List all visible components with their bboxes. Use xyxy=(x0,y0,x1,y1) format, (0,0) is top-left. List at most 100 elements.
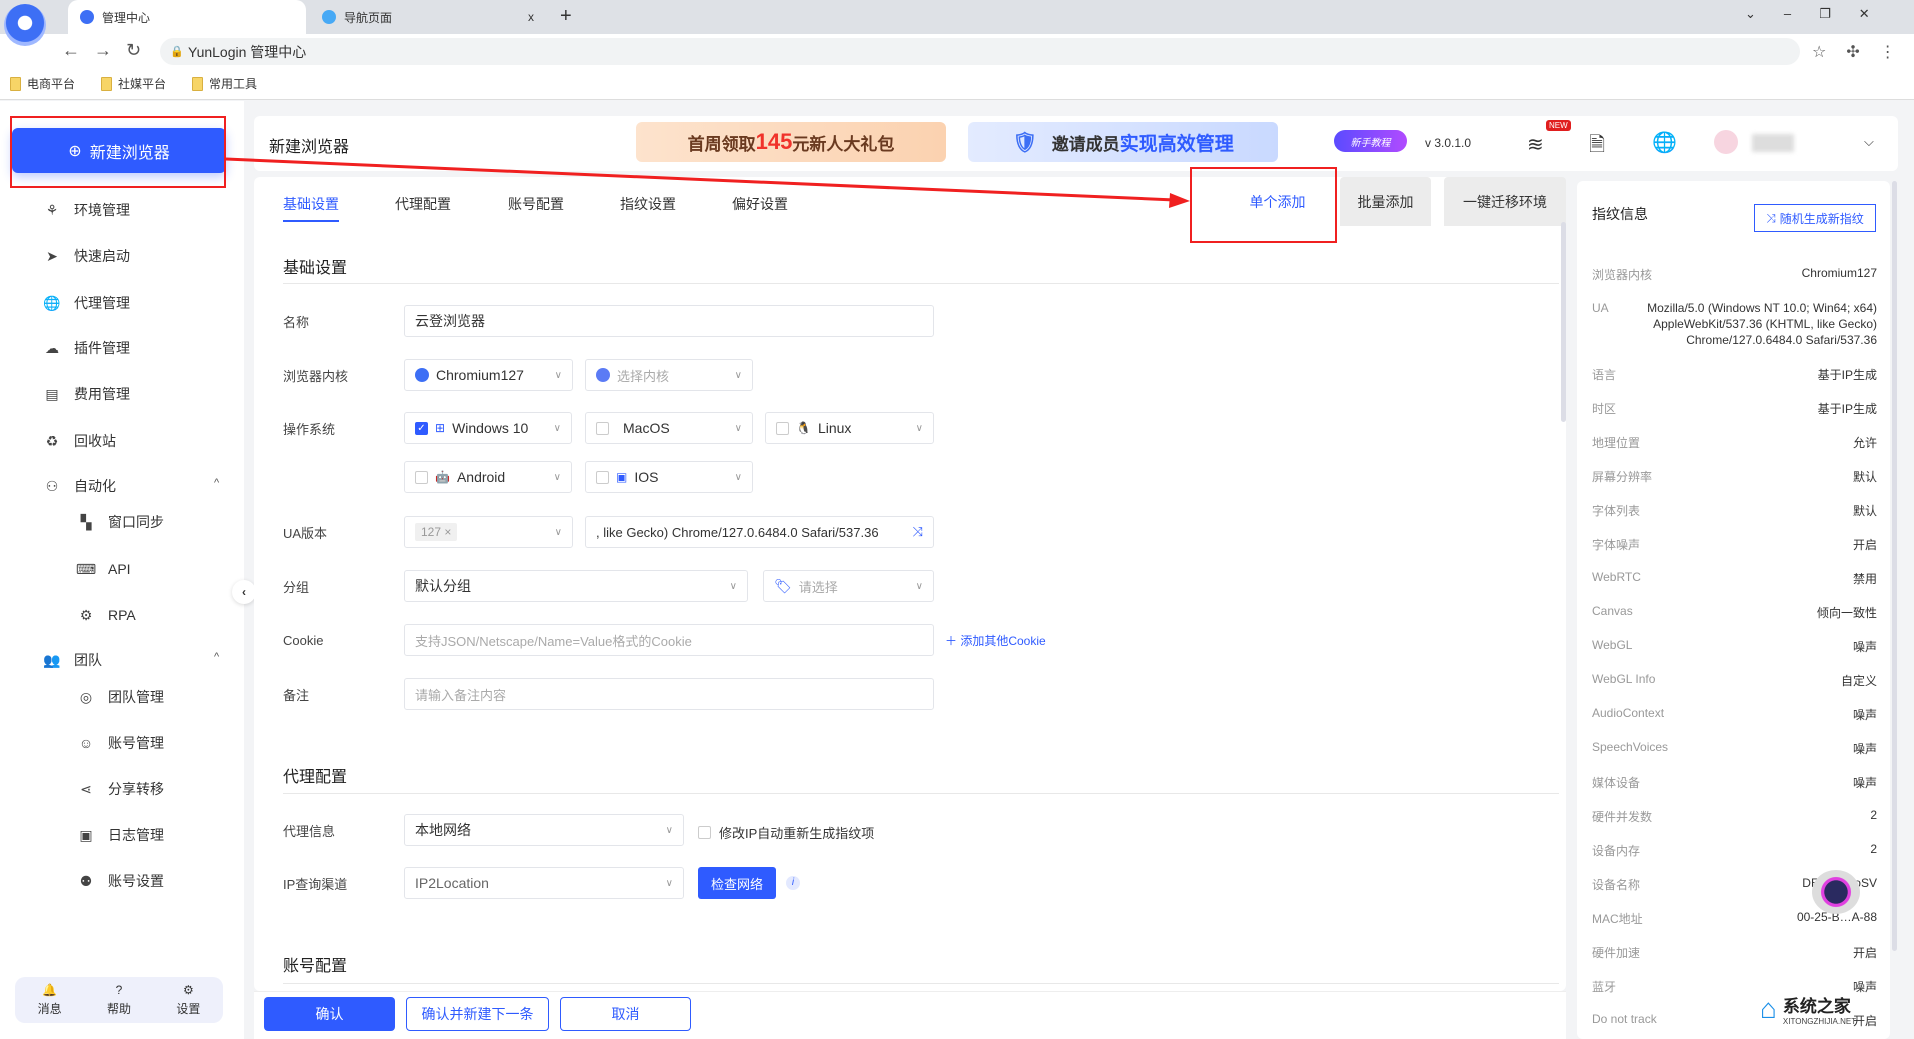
sidebar-item[interactable]: ⚉ 账号设置 xyxy=(78,869,164,893)
bottom-item-label: 消息 xyxy=(37,1002,62,1016)
check-network-button[interactable]: 检查网络 xyxy=(698,867,776,899)
tab-label: 管理中心 xyxy=(102,10,151,25)
fingerprint-row: 浏览器内核 Chromium127 xyxy=(1592,266,1877,283)
os-select[interactable]: ▣ IOS ∨ xyxy=(585,461,753,493)
os-select[interactable]: 🐧 Linux ∨ xyxy=(765,412,934,444)
checkbox[interactable] xyxy=(698,826,711,839)
layers-icon[interactable]: ≋ xyxy=(1527,132,1544,157)
info-icon[interactable]: i xyxy=(786,876,800,890)
remark-input[interactable]: 请输入备注内容 xyxy=(404,678,934,710)
name-input[interactable]: 云登浏览器 xyxy=(404,305,934,337)
sidebar-item[interactable]: ▤ 费用管理 xyxy=(44,382,130,406)
tag-select[interactable]: 🏷 请选择 ∨ xyxy=(763,570,934,602)
sidebar-item[interactable]: ▣ 日志管理 xyxy=(78,823,164,847)
ua-version-tag[interactable]: 127 × xyxy=(415,523,458,541)
tutorial-badge[interactable]: 新手教程 xyxy=(1334,130,1407,152)
group-select[interactable]: 默认分组 ∨ xyxy=(404,570,748,602)
cancel-button[interactable]: 取消 xyxy=(560,997,691,1031)
row-label: WebRTC xyxy=(1592,570,1641,584)
form-tab[interactable]: 代理配置 xyxy=(395,194,451,214)
globe-icon[interactable]: 🌐 xyxy=(1652,130,1677,155)
sidebar-item[interactable]: ⚘ 环境管理 xyxy=(44,198,130,222)
regen-fingerprint-checkbox[interactable]: 修改IP自动重新生成指纹项 xyxy=(698,823,874,842)
name-value: 云登浏览器 xyxy=(415,313,485,329)
sidebar-item[interactable]: ◎ 团队管理 xyxy=(78,685,164,709)
os-label: Linux xyxy=(817,420,852,436)
star-extension-menu-icons[interactable]: ☆✣⋮ xyxy=(1812,42,1914,62)
os-select[interactable]: ✓ ⊞ Windows 10 ∨ xyxy=(404,412,572,444)
form-tab[interactable]: 基础设置 xyxy=(283,194,339,222)
chevron-up-icon[interactable]: ^ xyxy=(214,651,219,663)
row-value: 倾向一致性 xyxy=(1816,606,1877,620)
cookie-label: Cookie xyxy=(283,632,324,648)
add-cookie-link[interactable]: ＋ 添加其他Cookie xyxy=(945,632,1046,649)
sidebar-item[interactable]: ▚ 窗口同步 xyxy=(78,510,164,534)
bookmark-folder[interactable]: 电商平台 xyxy=(10,75,75,92)
chevron-down-icon[interactable]: ⌵ xyxy=(1864,134,1874,150)
form-tab[interactable]: 偏好设置 xyxy=(732,194,788,214)
mode-tab[interactable]: 一键迁移环境 xyxy=(1444,177,1566,226)
proxy-select[interactable]: 本地网络 ∨ xyxy=(404,814,684,846)
chevron-up-icon[interactable]: ^ xyxy=(214,477,219,489)
ip-channel-select[interactable]: IP2Location ∨ xyxy=(404,867,684,899)
document-icon[interactable]: 🗎 xyxy=(1589,130,1605,164)
fingerprint-row: 硬件加速 开启 xyxy=(1592,944,1877,961)
sidebar-bottom-item[interactable]: ⚙ 设置 xyxy=(176,983,200,1017)
sidebar-bottom-item[interactable]: ? 帮助 xyxy=(107,983,131,1017)
section-title-basic: 基础设置 xyxy=(283,260,348,277)
row-value: 噪声 xyxy=(1852,980,1877,994)
cookie-input[interactable]: 支持JSON/Netscape/Name=Value格式的Cookie xyxy=(404,624,934,656)
os-checkbox[interactable] xyxy=(596,470,609,484)
sidebar-item-icon: ♻ xyxy=(45,432,59,449)
sidebar-bottom-item[interactable]: 🔔 消息 xyxy=(38,983,62,1017)
confirm-and-new-button[interactable]: 确认并新建下一条 xyxy=(406,997,549,1031)
window-controls[interactable]: ⌄–❐✕ xyxy=(1745,6,1898,22)
sidebar-item[interactable]: ☁ 插件管理 xyxy=(44,336,130,360)
assistant-robot-icon[interactable] xyxy=(1812,870,1860,914)
form-scrollbar[interactable] xyxy=(1561,222,1566,422)
avatar[interactable] xyxy=(1714,130,1738,154)
sidebar-item[interactable]: ☺ 账号管理 xyxy=(78,731,164,755)
os-checkbox[interactable] xyxy=(415,470,428,484)
fingerprint-row: 字体列表 默认 xyxy=(1592,502,1877,519)
sidebar-item[interactable]: ⚇ 自动化 xyxy=(44,474,116,498)
page-scrollbar[interactable] xyxy=(1892,181,1897,951)
kernel-select[interactable]: Chromium127 ∨ xyxy=(404,359,573,391)
ua-input[interactable]: , like Gecko) Chrome/127.0.6484.0 Safari… xyxy=(585,516,934,548)
kernel-version-select[interactable]: 选择内核 ∨ xyxy=(585,359,753,391)
os-checkbox[interactable] xyxy=(776,421,789,435)
shuffle-icon[interactable]: ⤨ xyxy=(913,524,923,540)
sidebar-item-label: RPA xyxy=(108,607,136,623)
close-tab-icon[interactable]: x xyxy=(528,10,534,24)
sidebar-item[interactable]: 👥 团队 xyxy=(43,648,102,672)
ua-version-select[interactable]: 127 × ∨ xyxy=(404,516,573,548)
form-tab[interactable]: 指纹设置 xyxy=(620,194,676,214)
random-fingerprint-button[interactable]: ⤨ 随机生成新指纹 xyxy=(1754,204,1876,232)
invite-banner[interactable]: 🛡 邀请成员 实现高效管理 xyxy=(968,122,1278,162)
sidebar-item[interactable]: ⌨ API xyxy=(76,557,131,581)
browser-tab-admin[interactable]: 管理中心 xyxy=(68,0,306,34)
tag-icon: 🏷 xyxy=(774,577,792,594)
sidebar-item[interactable]: ♻ 回收站 xyxy=(44,429,116,453)
bookmark-folder[interactable]: 社媒平台 xyxy=(101,75,166,92)
sidebar-item[interactable]: 🌐 代理管理 xyxy=(43,291,130,315)
os-select[interactable]: MacOS ∨ xyxy=(585,412,753,444)
sidebar-item[interactable]: ⋖ 分享转移 xyxy=(78,777,164,801)
os-select[interactable]: 🤖 Android ∨ xyxy=(404,461,572,493)
nav-buttons[interactable]: ←→↻ xyxy=(62,40,155,61)
address-input[interactable]: 🔒 YunLogin 管理中心 xyxy=(160,38,1800,65)
browser-tab-nav[interactable]: 导航页面 x xyxy=(310,0,546,34)
sidebar-item[interactable]: ➤ 快速启动 xyxy=(44,244,130,268)
gift-banner[interactable]: 首周领取 145 元新人大礼包 xyxy=(636,122,946,162)
row-value: 噪声 xyxy=(1852,742,1877,756)
os-checkbox[interactable]: ✓ xyxy=(415,421,428,435)
name-label: 名称 xyxy=(283,314,310,330)
bookmark-folder[interactable]: 常用工具 xyxy=(192,75,257,92)
new-tab-button[interactable]: + xyxy=(560,5,572,28)
confirm-button[interactable]: 确认 xyxy=(264,997,395,1031)
collapse-sidebar-button[interactable]: ‹ xyxy=(232,580,256,604)
form-tab[interactable]: 账号配置 xyxy=(508,194,564,214)
os-checkbox[interactable] xyxy=(596,421,609,435)
mode-tab[interactable]: 批量添加 xyxy=(1340,177,1431,226)
sidebar-item[interactable]: ⚙ RPA xyxy=(78,603,136,627)
